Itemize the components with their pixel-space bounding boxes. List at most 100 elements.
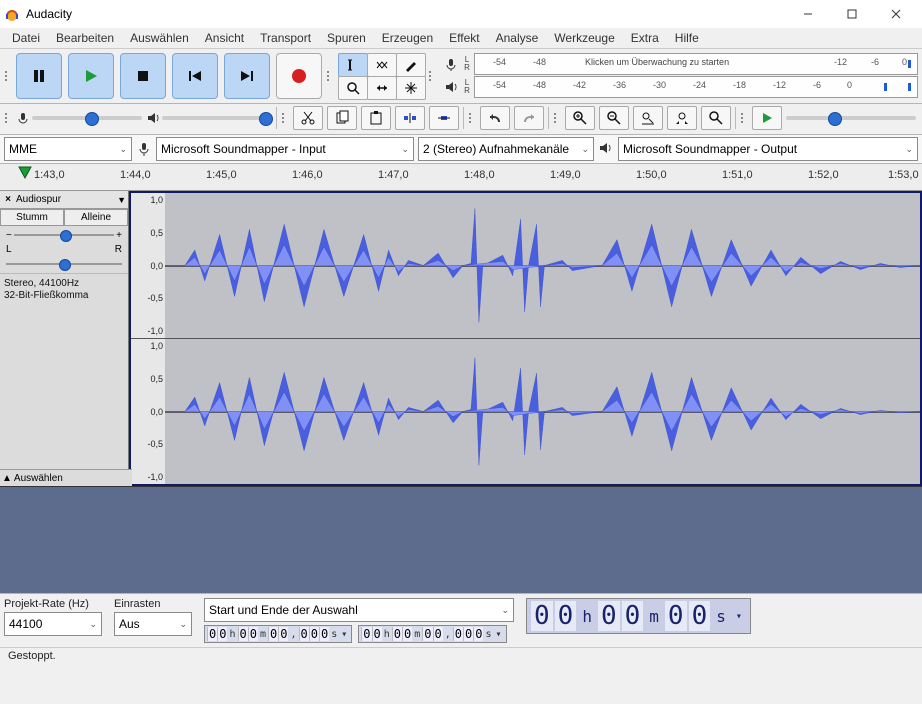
play-button[interactable] bbox=[68, 53, 114, 99]
play-volume-slider[interactable] bbox=[146, 111, 272, 125]
gain-slider[interactable]: −+ bbox=[0, 226, 128, 244]
track-name-label[interactable]: Audiospur bbox=[16, 194, 115, 205]
rate-label: Projekt-Rate (Hz) bbox=[4, 598, 102, 612]
menubar: Datei Bearbeiten Auswählen Ansicht Trans… bbox=[0, 28, 922, 49]
menu-bearbeiten[interactable]: Bearbeiten bbox=[48, 29, 122, 47]
rec-channels-dropdown[interactable]: 2 (Stereo) Aufnahmekanäle⌄ bbox=[418, 137, 594, 161]
track-select-button[interactable]: ▲Auswählen bbox=[0, 469, 132, 486]
project-rate-dropdown[interactable]: 44100⌄ bbox=[4, 612, 102, 636]
grip-icon[interactable] bbox=[553, 113, 561, 123]
window-title: Audacity bbox=[26, 7, 72, 21]
menu-extra[interactable]: Extra bbox=[623, 29, 667, 47]
menu-analyse[interactable]: Analyse bbox=[488, 29, 547, 47]
rec-device-dropdown[interactable]: Microsoft Soundmapper - Input⌄ bbox=[156, 137, 414, 161]
envelope-tool-button[interactable] bbox=[367, 53, 397, 77]
mic-icon[interactable] bbox=[440, 57, 462, 71]
selection-start-time[interactable]: 00h 00m 00, 000s▾ bbox=[204, 625, 352, 643]
selection-end-time[interactable]: 00h 00m 00, 000s▾ bbox=[358, 625, 506, 643]
zoom-out-button[interactable] bbox=[599, 106, 629, 130]
menu-erzeugen[interactable]: Erzeugen bbox=[374, 29, 441, 47]
close-button[interactable] bbox=[874, 0, 918, 28]
track-close-button[interactable]: × bbox=[2, 194, 14, 205]
paste-button[interactable] bbox=[361, 106, 391, 130]
menu-ansicht[interactable]: Ansicht bbox=[197, 29, 252, 47]
fit-selection-button[interactable] bbox=[633, 106, 663, 130]
snap-dropdown[interactable]: Aus⌄ bbox=[114, 612, 192, 636]
cut-button[interactable] bbox=[293, 106, 323, 130]
stop-button[interactable] bbox=[120, 53, 166, 99]
timeline-ruler[interactable]: 1:43,0 1:44,0 1:45,0 1:46,0 1:47,0 1:48,… bbox=[0, 164, 922, 191]
vertical-scale[interactable]: 1,00,50,0-0,5-1,0 bbox=[131, 193, 165, 338]
selection-tool-button[interactable] bbox=[338, 53, 368, 77]
zoom-in-button[interactable] bbox=[565, 106, 595, 130]
menu-effekt[interactable]: Effekt bbox=[441, 29, 487, 47]
selection-mode-dropdown[interactable]: Start und Ende der Auswahl⌄ bbox=[204, 598, 514, 622]
grip-icon[interactable] bbox=[281, 113, 289, 123]
track-control-panel: × Audiospur ▼ Stumm Alleine −+ LR Stereo… bbox=[0, 191, 129, 486]
grip-icon[interactable] bbox=[326, 53, 334, 99]
play-meter[interactable]: -54 -48 -42 -36 -30 -24 -18 -12 -6 0 bbox=[474, 76, 918, 98]
toolbar-row-2 bbox=[0, 104, 922, 135]
pause-button[interactable] bbox=[16, 53, 62, 99]
skip-end-button[interactable] bbox=[224, 53, 270, 99]
track-info: Stereo, 44100Hz 32-Bit-Fließkomma bbox=[0, 273, 128, 306]
pan-slider[interactable] bbox=[0, 255, 128, 273]
record-button[interactable] bbox=[276, 53, 322, 99]
toolbar-row-1: LR -54 -48 Klicken um Überwachung zu sta… bbox=[0, 49, 922, 104]
waveform-left[interactable] bbox=[165, 193, 920, 338]
menu-transport[interactable]: Transport bbox=[252, 29, 319, 47]
menu-hilfe[interactable]: Hilfe bbox=[667, 29, 707, 47]
host-api-dropdown[interactable]: MME⌄ bbox=[4, 137, 132, 161]
menu-datei[interactable]: Datei bbox=[4, 29, 48, 47]
menu-auswaehlen[interactable]: Auswählen bbox=[122, 29, 197, 47]
grip-icon[interactable] bbox=[4, 113, 12, 123]
multi-tool-button[interactable] bbox=[396, 76, 426, 100]
solo-button[interactable]: Alleine bbox=[64, 209, 128, 226]
grip-icon[interactable] bbox=[740, 113, 748, 123]
redo-button[interactable] bbox=[514, 106, 544, 130]
grip-icon[interactable] bbox=[4, 53, 12, 99]
menu-spuren[interactable]: Spuren bbox=[319, 29, 374, 47]
waveform-area: 1,00,50,0-0,5-1,0 1,00,50,0-0,5-1,0 bbox=[129, 191, 922, 486]
snap-label: Einrasten bbox=[114, 598, 192, 612]
undo-button[interactable] bbox=[480, 106, 510, 130]
skip-start-button[interactable] bbox=[172, 53, 218, 99]
vertical-scale[interactable]: 1,00,50,0-0,5-1,0 bbox=[131, 339, 165, 484]
tools-toolbar bbox=[338, 53, 424, 99]
grip-icon[interactable] bbox=[428, 53, 436, 99]
track-menu-button[interactable]: ▼ bbox=[117, 195, 126, 205]
trim-button[interactable] bbox=[395, 106, 425, 130]
fit-project-button[interactable] bbox=[667, 106, 697, 130]
transport-toolbar bbox=[16, 53, 322, 99]
mic-icon bbox=[136, 141, 152, 157]
speaker-icon bbox=[598, 141, 614, 157]
rec-volume-slider[interactable] bbox=[16, 111, 142, 125]
titlebar: Audacity bbox=[0, 0, 922, 28]
play-device-dropdown[interactable]: Microsoft Soundmapper - Output⌄ bbox=[618, 137, 918, 161]
minimize-button[interactable] bbox=[786, 0, 830, 28]
record-meter[interactable]: -54 -48 Klicken um Überwachung zu starte… bbox=[474, 53, 918, 75]
timeshift-tool-button[interactable] bbox=[367, 76, 397, 100]
audio-position-time[interactable]: 00h 00m 00s▾ bbox=[526, 598, 751, 634]
maximize-button[interactable] bbox=[830, 0, 874, 28]
play-at-speed-button[interactable] bbox=[752, 106, 782, 130]
zoom-tool-button[interactable] bbox=[338, 76, 368, 100]
play-speed-slider[interactable] bbox=[786, 116, 916, 120]
mute-button[interactable]: Stumm bbox=[0, 209, 64, 226]
copy-button[interactable] bbox=[327, 106, 357, 130]
silence-button[interactable] bbox=[429, 106, 459, 130]
mic-icon bbox=[16, 111, 30, 125]
draw-tool-button[interactable] bbox=[396, 53, 426, 77]
status-bar: Gestoppt. bbox=[0, 647, 922, 672]
playhead-icon bbox=[18, 166, 32, 180]
selection-toolbar: Projekt-Rate (Hz) 44100⌄ Einrasten Aus⌄ … bbox=[0, 593, 922, 647]
waveform-right[interactable] bbox=[165, 339, 920, 484]
speaker-icon bbox=[146, 111, 160, 125]
device-toolbar: MME⌄ Microsoft Soundmapper - Input⌄ 2 (S… bbox=[0, 135, 922, 164]
speaker-icon[interactable] bbox=[440, 80, 462, 94]
empty-track-space[interactable] bbox=[0, 486, 922, 593]
grip-icon[interactable] bbox=[468, 113, 476, 123]
menu-werkzeuge[interactable]: Werkzeuge bbox=[546, 29, 622, 47]
meter-toolbar: LR -54 -48 Klicken um Überwachung zu sta… bbox=[440, 53, 918, 99]
zoom-toggle-button[interactable] bbox=[701, 106, 731, 130]
